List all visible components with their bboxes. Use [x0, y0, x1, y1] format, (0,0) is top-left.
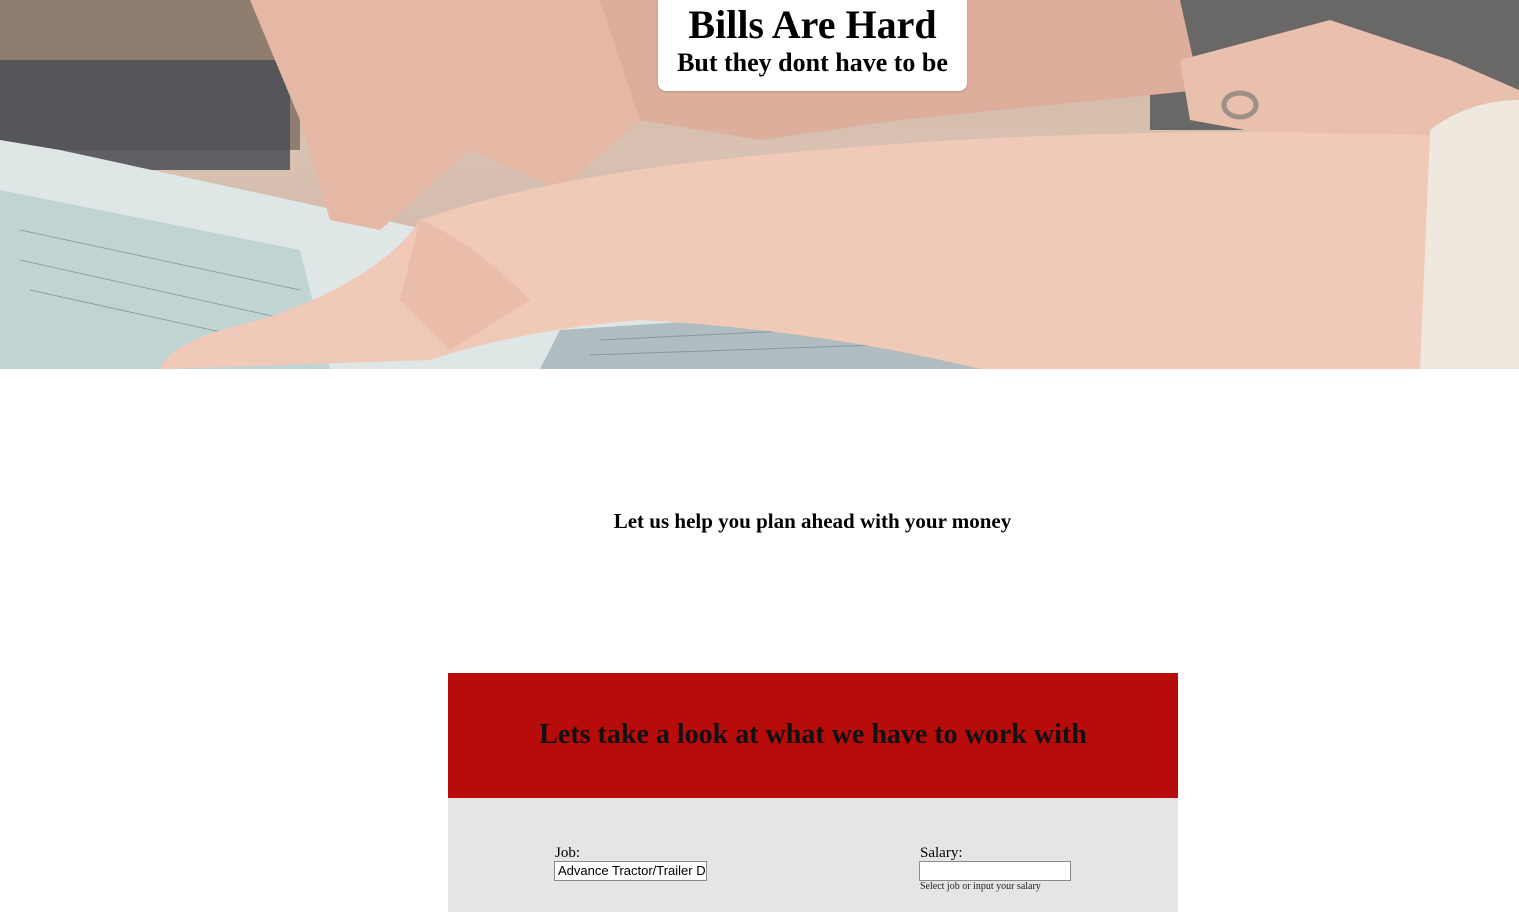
- salary-hint: Select job or input your salary: [920, 881, 1041, 892]
- job-input[interactable]: Advance Tractor/Trailer Driver: [554, 861, 707, 881]
- hero-title-card: Bills Are Hard But they dont have to be: [658, 0, 967, 91]
- salary-input[interactable]: [919, 861, 1071, 881]
- planner-form: Job: Advance Tractor/Trailer Driver Sala…: [448, 798, 1178, 912]
- planner-header: Lets take a look at what we have to work…: [448, 673, 1178, 798]
- planner-heading: Lets take a look at what we have to work…: [539, 719, 1087, 750]
- hero-subtitle: But they dont have to be: [677, 48, 948, 77]
- hero-title: Bills Are Hard: [688, 2, 937, 47]
- hero-banner: Bills Are Hard But they dont have to be: [0, 0, 1519, 369]
- salary-label: Salary:: [920, 845, 963, 861]
- job-label: Job:: [555, 845, 581, 861]
- tagline: Let us help you plan ahead with your mon…: [613, 509, 1012, 533]
